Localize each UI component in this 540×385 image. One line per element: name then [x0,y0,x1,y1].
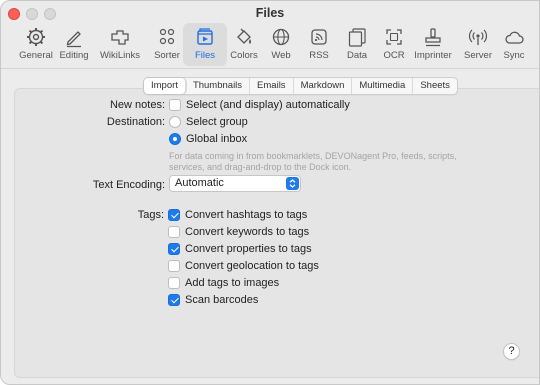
destination-option-label: Select group [186,116,248,128]
tag-option-hashtags[interactable]: Convert hashtags to tags [168,209,307,221]
new-notes-option-label: Select (and display) automatically [186,99,350,111]
tab-markdown[interactable]: Markdown [294,78,353,94]
chevron-updown-icon [286,177,299,190]
toolbar-label: Files [194,50,216,61]
stamp-icon [425,28,441,47]
tag-option-barcodes[interactable]: Scan barcodes [168,294,258,306]
hashtags-checkbox[interactable] [168,209,180,221]
toolbar-label: OCR [383,50,405,61]
gear-icon [27,28,45,46]
tab-sheets[interactable]: Sheets [413,78,457,94]
toolbar-label: WikiLinks [99,50,141,61]
cloud-icon [505,31,524,44]
tag-option-keywords[interactable]: Convert keywords to tags [168,226,309,238]
help-button[interactable]: ? [503,343,520,360]
toolbar-item-files[interactable]: Files [183,23,227,66]
toolbar-label: Editing [59,50,89,61]
tag-option-images[interactable]: Add tags to images [168,277,279,289]
title-bar: Files General Editing WikiLinks Sorter F… [1,1,539,69]
tab-multimedia[interactable]: Multimedia [352,78,414,94]
destination-hint-line2: services, and drag-and-drop to the Dock … [169,162,352,172]
toolbar-item-editing[interactable]: Editing [52,23,96,66]
ocr-icon [386,29,402,45]
window-title: Files [255,6,285,20]
tag-option-label: Convert geolocation to tags [185,260,319,272]
destination-option-global-inbox[interactable]: Global inbox [169,133,247,145]
tab-thumbnails[interactable]: Thumbnails [186,78,251,94]
toolbar-item-wikilinks[interactable]: WikiLinks [98,23,142,66]
tag-option-label: Add tags to images [185,277,280,289]
pencil-icon [66,31,81,48]
tab-emails[interactable]: Emails [250,78,294,94]
select-group-radio[interactable] [169,116,181,128]
tag-option-label: Scan barcodes [185,294,259,306]
barcodes-checkbox[interactable] [168,294,180,306]
toolbar-label: Sync [503,50,525,61]
preferences-content: New notes: Select (and display) automati… [1,70,539,384]
new-notes-label: New notes: [109,99,165,111]
preferences-toolbar: General Editing WikiLinks Sorter Files C… [1,23,539,67]
properties-checkbox[interactable] [168,243,180,255]
preferences-window: Files General Editing WikiLinks Sorter F… [0,0,540,385]
toolbar-label: Imprinter [414,50,452,61]
files-icon [197,28,213,45]
globe-icon [272,28,290,46]
toolbar-item-ocr[interactable]: OCR [372,23,416,66]
images-checkbox[interactable] [168,277,180,289]
sorter-icon [159,28,175,45]
text-encoding-label: Text Encoding: [92,179,165,191]
toolbar-item-imprinter[interactable]: Imprinter [411,23,455,66]
keywords-checkbox[interactable] [168,226,180,238]
geolocation-checkbox[interactable] [168,260,180,272]
tag-option-properties[interactable]: Convert properties to tags [168,243,312,255]
tag-option-label: Convert hashtags to tags [185,209,308,221]
new-notes-option[interactable]: Select (and display) automatically [169,99,350,111]
destination-option-select-group[interactable]: Select group [169,116,248,128]
destination-label: Destination: [106,116,165,128]
data-icon [348,28,366,47]
tag-option-geolocation[interactable]: Convert geolocation to tags [168,260,319,272]
wikilinks-icon [111,30,129,45]
tag-option-label: Convert properties to tags [185,243,312,255]
new-notes-checkbox[interactable] [169,99,181,111]
text-encoding-select[interactable]: Automatic [169,175,301,192]
global-inbox-radio[interactable] [169,133,181,145]
toolbar-item-sync[interactable]: Sync [492,23,536,66]
tags-label: Tags: [137,209,164,221]
tag-option-label: Convert keywords to tags [185,226,310,238]
tab-import[interactable]: Import [144,78,186,94]
paint-bucket-icon [237,28,251,44]
text-encoding-value: Automatic [175,177,224,189]
destination-hint-line1: For data coming in from bookmarklets, DE… [169,151,457,161]
rss-icon [311,29,327,45]
segmented-tabs: Import Thumbnails Emails Markdown Multim… [143,77,458,95]
destination-option-label: Global inbox [186,133,248,145]
antenna-icon [468,29,488,45]
